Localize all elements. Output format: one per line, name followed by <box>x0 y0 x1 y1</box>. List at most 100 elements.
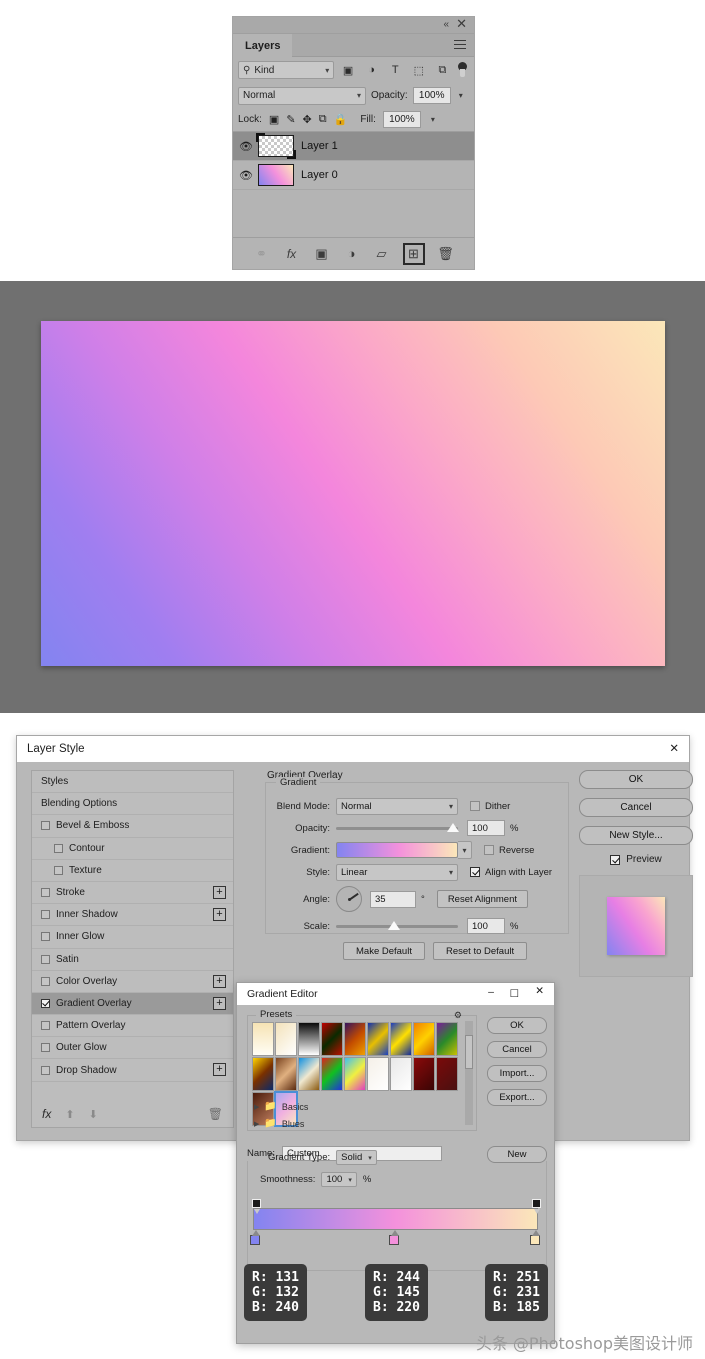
dither-checkbox[interactable]: Dither <box>470 801 510 812</box>
blend-mode-select[interactable]: Normal ▾ <box>336 797 458 815</box>
shape-layer-filter-icon[interactable]: ⬚ <box>409 61 429 79</box>
smart-object-filter-icon[interactable]: ⧉ <box>433 61 453 79</box>
type-layer-filter-icon[interactable]: T <box>385 61 405 79</box>
style-item-drop-shadow[interactable]: Drop Shadow + <box>32 1059 233 1082</box>
opacity-input[interactable]: 100% <box>412 87 451 104</box>
add-effect-instance-icon[interactable]: + <box>213 974 226 988</box>
style-item-checkbox[interactable] <box>41 1021 50 1031</box>
filter-kind-select[interactable]: ⚲ Kind ▾ <box>238 61 335 79</box>
reset-to-default-button[interactable]: Reset to Default <box>432 942 528 960</box>
gradient-preview-swatch[interactable] <box>336 842 458 858</box>
lock-all-icon[interactable]: 🔒 <box>334 113 348 126</box>
gradient-editor-ok-button[interactable]: OK <box>487 1017 547 1034</box>
style-item-color-overlay[interactable]: Color Overlay + <box>32 971 233 993</box>
style-item-satin[interactable]: Satin <box>32 949 233 971</box>
add-effect-instance-icon[interactable]: + <box>213 996 226 1010</box>
style-item-texture[interactable]: Texture <box>32 860 233 882</box>
lock-transparent-pixels-icon[interactable]: ▣ <box>269 113 279 126</box>
color-stop-2[interactable] <box>389 1230 399 1245</box>
preset-swatch[interactable] <box>275 1057 297 1091</box>
link-layers-icon[interactable]: ⚭ <box>253 245 271 263</box>
gradient-editor-import-button[interactable]: Import... <box>487 1065 547 1082</box>
delete-layer-icon[interactable]: 🗑 <box>437 245 455 263</box>
smoothness-select[interactable]: 100 ▾ <box>321 1172 357 1187</box>
preset-swatch[interactable] <box>413 1057 435 1091</box>
fill-input[interactable]: 100% <box>382 111 421 128</box>
style-item-inner-glow[interactable]: Inner Glow <box>32 926 233 949</box>
color-stop-3[interactable] <box>530 1230 540 1245</box>
style-item-checkbox[interactable] <box>41 976 50 986</box>
preset-swatch[interactable] <box>344 1057 366 1091</box>
layer-visibility-icon[interactable]: 👁 <box>239 169 253 182</box>
new-style-button[interactable]: New Style... <box>579 826 693 845</box>
style-item-stroke[interactable]: Stroke + <box>32 882 233 905</box>
add-effect-instance-icon[interactable]: + <box>213 1063 226 1077</box>
style-item-checkbox[interactable] <box>41 1065 50 1075</box>
style-item-checkbox[interactable] <box>41 932 50 942</box>
scale-slider[interactable] <box>336 918 458 935</box>
gradient-editor-cancel-button[interactable]: Cancel <box>487 1041 547 1058</box>
lock-image-pixels-icon[interactable]: ✎ <box>286 113 295 126</box>
preset-swatch[interactable] <box>390 1022 412 1056</box>
new-layer-icon[interactable]: ⊞ <box>402 242 425 265</box>
style-item-styles[interactable]: Styles <box>32 771 233 794</box>
arrow-up-icon[interactable]: ⬆ <box>65 1108 74 1121</box>
preset-swatch[interactable] <box>390 1057 412 1091</box>
opacity-slider[interactable] <box>336 820 459 837</box>
angle-input[interactable]: 35 <box>370 890 416 908</box>
preview-checkbox[interactable]: Preview <box>579 854 693 865</box>
preset-folder-blues[interactable]: ▶ 📁 Blues <box>254 1115 454 1132</box>
lock-position-icon[interactable]: ✥ <box>303 113 312 126</box>
preset-swatch[interactable] <box>252 1022 274 1056</box>
chevron-down-icon[interactable]: ▾ <box>431 115 435 124</box>
style-item-inner-shadow[interactable]: Inner Shadow + <box>32 904 233 927</box>
close-icon[interactable]: ✕ <box>669 741 679 755</box>
minimize-icon[interactable]: – <box>488 986 494 998</box>
blend-mode-select[interactable]: Normal ▾ <box>238 86 366 105</box>
close-icon[interactable]: ✕ <box>535 985 544 997</box>
ok-button[interactable]: OK <box>579 770 693 789</box>
layer-thumbnail[interactable] <box>258 164 294 186</box>
layer-visibility-icon[interactable]: 👁 <box>239 140 253 153</box>
preset-swatch[interactable] <box>298 1057 320 1091</box>
new-adjustment-layer-icon[interactable]: ◑ <box>343 245 361 263</box>
style-item-checkbox[interactable] <box>41 998 50 1008</box>
style-item-checkbox[interactable] <box>41 821 50 831</box>
gear-icon[interactable]: ⚙ <box>454 1010 462 1021</box>
style-item-checkbox[interactable] <box>41 1043 50 1053</box>
gradient-type-select[interactable]: Solid ▾ <box>336 1150 377 1165</box>
preset-swatch[interactable] <box>321 1022 343 1056</box>
panel-menu-icon[interactable] <box>454 40 466 50</box>
style-item-checkbox[interactable] <box>54 843 63 853</box>
gradient-picker-chevron-icon[interactable]: ▾ <box>458 841 472 859</box>
preset-swatch[interactable] <box>321 1057 343 1091</box>
fx-icon[interactable]: fx <box>42 1107 51 1121</box>
preset-swatch[interactable] <box>252 1057 274 1091</box>
opacity-stop-right[interactable] <box>532 1199 541 1214</box>
preset-swatch[interactable] <box>344 1022 366 1056</box>
pixel-layer-filter-icon[interactable]: ▣ <box>338 61 358 79</box>
trash-icon[interactable]: 🗑 <box>208 1107 223 1121</box>
align-with-layer-checkbox[interactable]: Align with Layer <box>470 867 552 878</box>
make-default-button[interactable]: Make Default <box>343 942 425 960</box>
layer-effects-fx-icon[interactable]: fx <box>283 245 301 263</box>
chevron-down-icon[interactable]: ▾ <box>459 91 463 100</box>
style-select[interactable]: Linear ▾ <box>336 863 458 881</box>
style-item-checkbox[interactable] <box>54 865 63 875</box>
new-group-icon[interactable]: ▱ <box>373 245 391 263</box>
style-item-checkbox[interactable] <box>41 888 50 898</box>
style-item-bevel-emboss[interactable]: Bevel & Emboss <box>32 815 233 838</box>
preset-swatch[interactable] <box>436 1057 458 1091</box>
angle-dial[interactable] <box>336 886 362 912</box>
filter-enable-toggle[interactable] <box>458 61 469 79</box>
preset-swatch[interactable] <box>436 1022 458 1056</box>
preset-swatch[interactable] <box>413 1022 435 1056</box>
scale-input[interactable]: 100 <box>467 918 505 934</box>
gradient-editor-export-button[interactable]: Export... <box>487 1089 547 1106</box>
opacity-stop-left[interactable] <box>252 1199 261 1214</box>
document-canvas[interactable] <box>41 321 665 666</box>
gradient-ramp[interactable] <box>253 1208 538 1230</box>
presets-scrollbar[interactable] <box>465 1021 473 1125</box>
preset-swatch[interactable] <box>298 1022 320 1056</box>
style-item-outer-glow[interactable]: Outer Glow <box>32 1037 233 1060</box>
